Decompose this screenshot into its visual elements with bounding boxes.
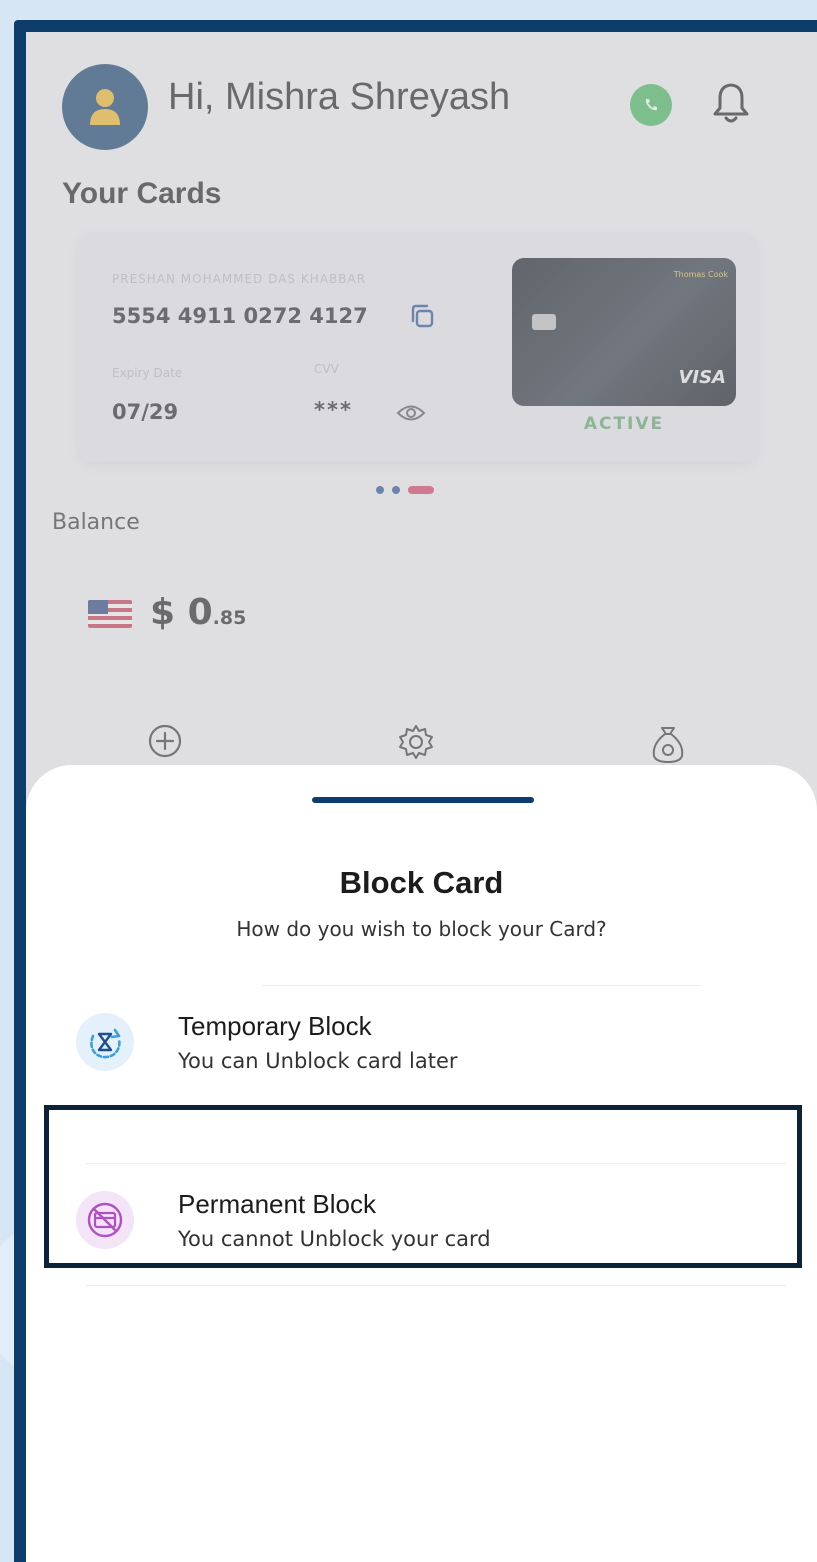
cvv-value: *** — [314, 398, 353, 422]
option-description: You cannot Unblock your card — [178, 1227, 491, 1251]
pager-dot[interactable] — [392, 486, 400, 494]
temporary-block-option[interactable]: Temporary Block You can Unblock card lat… — [66, 991, 796, 1091]
cvv-label: CVV — [314, 362, 339, 376]
carousel-pager[interactable] — [376, 486, 434, 494]
whatsapp-icon[interactable] — [630, 84, 672, 126]
sheet-drag-handle[interactable] — [312, 797, 534, 803]
money-bag-icon[interactable] — [648, 722, 688, 768]
copy-icon[interactable] — [408, 302, 436, 334]
card-carousel-item[interactable]: PRESHAN MOHAMMED DAS KHABBAR 5554 4911 0… — [78, 232, 758, 462]
pager-dot-active[interactable] — [408, 486, 434, 494]
balance-amount: $ 0.85 — [150, 592, 246, 633]
currency-symbol: $ — [150, 592, 176, 633]
permanent-block-option[interactable]: Permanent Block You cannot Unblock your … — [66, 1169, 796, 1269]
card-image[interactable]: Thomas Cook VISA — [512, 258, 736, 406]
your-cards-heading: Your Cards — [62, 177, 222, 210]
bell-icon[interactable] — [712, 80, 750, 130]
expiry-label: Expiry Date — [112, 366, 183, 380]
block-card-sheet: Block Card How do you wish to block your… — [26, 765, 817, 1562]
avatar[interactable] — [62, 64, 148, 150]
us-flag — [88, 600, 132, 628]
sheet-title: Block Card — [339, 865, 504, 900]
timer-icon — [76, 1013, 134, 1071]
greeting-text: Hi, Mishra Shreyash — [168, 76, 511, 118]
card-network-logo: VISA — [678, 367, 726, 388]
option-title: Permanent Block — [178, 1189, 376, 1219]
card-status-badge: ACTIVE — [583, 414, 665, 434]
card-holder-name: PRESHAN MOHAMMED DAS KHABBAR — [112, 272, 366, 286]
gear-icon[interactable] — [396, 722, 436, 766]
card-brand-logo: Thomas Cook — [673, 270, 728, 279]
option-title: Temporary Block — [178, 1011, 372, 1041]
divider — [262, 985, 702, 986]
eye-icon[interactable] — [396, 402, 426, 428]
sheet-subtitle: How do you wish to block your Card? — [236, 917, 607, 941]
balance-label: Balance — [52, 510, 140, 535]
card-chip — [532, 314, 556, 330]
plus-circle-icon[interactable] — [146, 722, 184, 764]
amount-whole: 0 — [187, 592, 213, 633]
app-screen: Hi, Mishra Shreyash Your Cards PRESHAN M… — [26, 32, 817, 1562]
blocked-card-icon — [76, 1191, 134, 1249]
expiry-value: 07/29 — [112, 400, 179, 424]
user-icon — [90, 89, 120, 125]
divider — [86, 1163, 786, 1164]
option-description: You can Unblock card later — [178, 1049, 458, 1073]
card-number: 5554 4911 0272 4127 — [112, 304, 368, 328]
divider — [86, 1285, 786, 1286]
balance-row: $ 0.85 — [88, 592, 246, 633]
pager-dot[interactable] — [376, 486, 384, 494]
amount-fraction: .85 — [212, 607, 247, 629]
